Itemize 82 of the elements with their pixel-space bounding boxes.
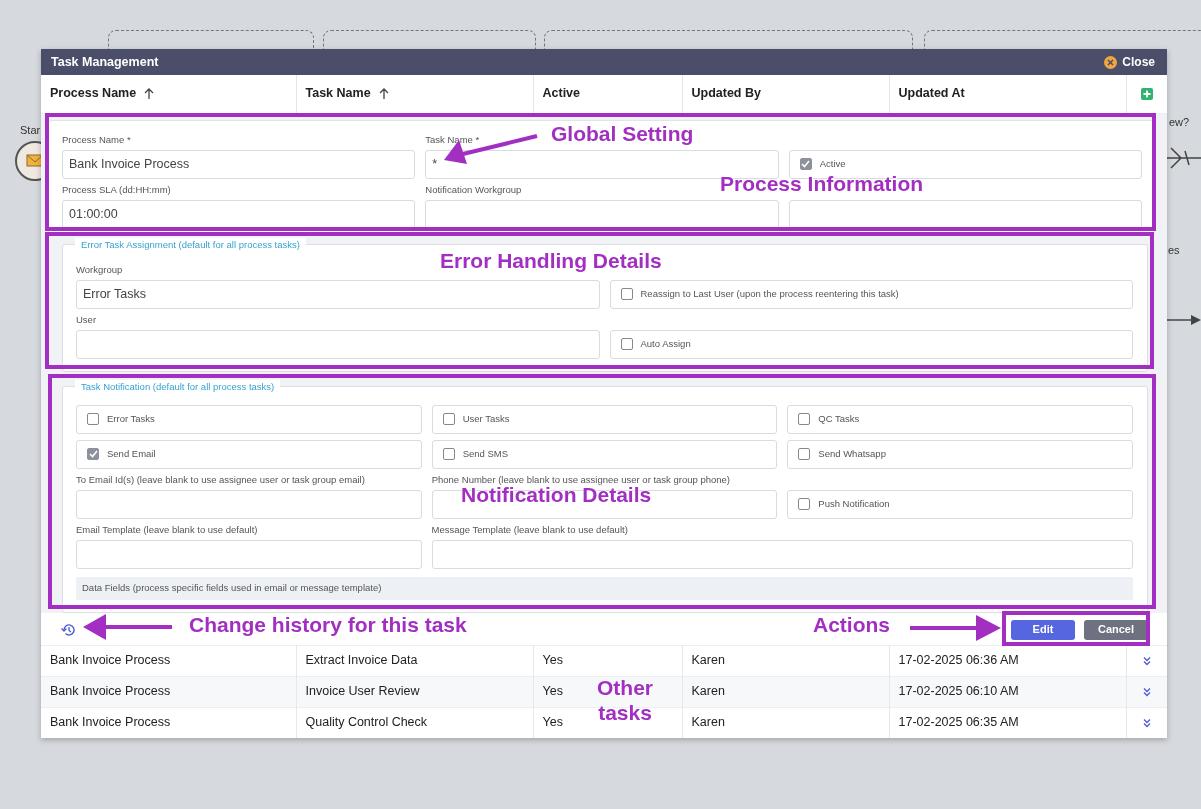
text-field[interactable] bbox=[425, 199, 779, 229]
table-cell: 17-02-2025 06:10 AM bbox=[889, 676, 1126, 707]
checkbox[interactable] bbox=[442, 413, 455, 425]
checkbox-label: Push Notification bbox=[818, 496, 890, 511]
cancel-button[interactable]: Cancel bbox=[1084, 619, 1148, 640]
checkbox[interactable] bbox=[798, 413, 811, 425]
close-button[interactable]: Close bbox=[1104, 53, 1155, 71]
sort-arrow-icon[interactable] bbox=[378, 87, 389, 100]
section-legend: Error Task Assignment (default for all process tasks) bbox=[75, 237, 306, 252]
field-label: Notification Workgroup bbox=[425, 182, 522, 197]
text-field[interactable]: Bank Invoice Process bbox=[62, 149, 416, 179]
checkbox[interactable] bbox=[620, 338, 633, 350]
checkbox[interactable] bbox=[87, 448, 99, 460]
diagram-label: Star bbox=[20, 123, 41, 138]
table-cell: Bank Invoice Process bbox=[41, 707, 296, 738]
checkbox-label: Error Tasks bbox=[107, 411, 155, 426]
checkbox[interactable] bbox=[620, 288, 633, 300]
checkbox-label: Send SMS bbox=[462, 446, 509, 461]
column-header[interactable]: Active bbox=[533, 75, 682, 113]
field-label: Email Template (leave blank to use default) bbox=[76, 522, 258, 537]
checkbox[interactable] bbox=[87, 413, 99, 425]
add-icon[interactable] bbox=[1140, 87, 1153, 100]
expand-icon[interactable] bbox=[1141, 686, 1152, 697]
annotation-label: Change history for this task bbox=[189, 612, 467, 638]
text-field[interactable]: Error Tasks bbox=[76, 279, 600, 309]
checkbox[interactable] bbox=[799, 158, 812, 170]
annotation-label: Error Handling Details bbox=[440, 248, 662, 274]
field-label: Message Template (leave blank to use default) bbox=[431, 522, 628, 537]
dialog-title: Task Management bbox=[51, 53, 159, 71]
diagram-label: ew? bbox=[1169, 115, 1190, 130]
history-button[interactable] bbox=[61, 622, 75, 637]
table-cell: Bank Invoice Process bbox=[41, 676, 296, 707]
checkbox-label: User Tasks bbox=[462, 411, 510, 426]
edit-button[interactable]: Edit bbox=[1011, 619, 1075, 640]
field-label: Workgroup bbox=[76, 262, 123, 277]
table-cell: Invoice User Review bbox=[296, 676, 533, 707]
annotation-label: Actions bbox=[813, 612, 890, 638]
checkbox-label: Auto Assign bbox=[640, 336, 691, 351]
text-field[interactable] bbox=[788, 199, 1142, 229]
checkbox[interactable] bbox=[798, 448, 811, 460]
column-title: Updated By bbox=[691, 85, 761, 103]
data-fields-bar: Data Fields (process specific fields used in email or message template) bbox=[76, 576, 1133, 600]
field-label: Phone Number (leave blank to use assignee user or task group phone) bbox=[431, 472, 731, 487]
field-label: User bbox=[76, 312, 97, 327]
column-header[interactable]: Task Name bbox=[296, 75, 533, 113]
checkbox-label: Send Whatsapp bbox=[818, 446, 886, 461]
field-label: Task Name * bbox=[425, 132, 480, 147]
column-title: Active bbox=[542, 85, 581, 103]
column-header[interactable]: Updated By bbox=[682, 75, 889, 113]
column-header[interactable]: Process Name bbox=[41, 75, 296, 113]
connector-arrow bbox=[1167, 313, 1201, 327]
text-field[interactable] bbox=[76, 329, 600, 359]
column-title: Updated At bbox=[898, 85, 965, 103]
checkbox[interactable] bbox=[442, 448, 455, 460]
checkbox[interactable] bbox=[798, 498, 811, 510]
annotation-label: Other tasks bbox=[596, 675, 654, 726]
table-cell: Karen bbox=[682, 707, 889, 738]
checkbox-label: Send Email bbox=[107, 446, 156, 461]
column-title: Process Name bbox=[50, 85, 137, 103]
column-title: Task Name bbox=[305, 85, 371, 103]
diagram-label: es bbox=[1168, 243, 1180, 258]
text-field[interactable] bbox=[431, 539, 1133, 569]
close-icon bbox=[1104, 55, 1118, 69]
annotation-label: Global Setting bbox=[551, 121, 694, 147]
text-field[interactable]: 01:00:00 bbox=[62, 199, 416, 229]
field-label: To Email Id(s) (leave blank to use assignee user or task group email) bbox=[76, 472, 365, 487]
section-legend: Task Notification (default for all process tasks) bbox=[75, 379, 281, 394]
field-label: Process Name * bbox=[62, 132, 131, 147]
table-cell: Karen bbox=[682, 676, 889, 707]
expand-icon[interactable] bbox=[1141, 717, 1152, 728]
column-header[interactable]: Updated At bbox=[889, 75, 1126, 113]
checkbox-label: Reassign to Last User (upon the process reentering this task) bbox=[640, 286, 899, 301]
text-field[interactable] bbox=[76, 489, 422, 519]
field-label: Process SLA (dd:HH:mm) bbox=[62, 182, 171, 197]
table-cell: 17-02-2025 06:35 AM bbox=[889, 707, 1126, 738]
table-cell: Quality Control Check bbox=[296, 707, 533, 738]
expand-icon[interactable] bbox=[1141, 655, 1152, 666]
sort-arrow-icon[interactable] bbox=[144, 87, 155, 100]
text-field[interactable] bbox=[76, 539, 422, 569]
text-field[interactable] bbox=[431, 489, 778, 519]
checkbox-label: QC Tasks bbox=[818, 411, 860, 426]
checkbox-label: Active bbox=[819, 156, 846, 171]
